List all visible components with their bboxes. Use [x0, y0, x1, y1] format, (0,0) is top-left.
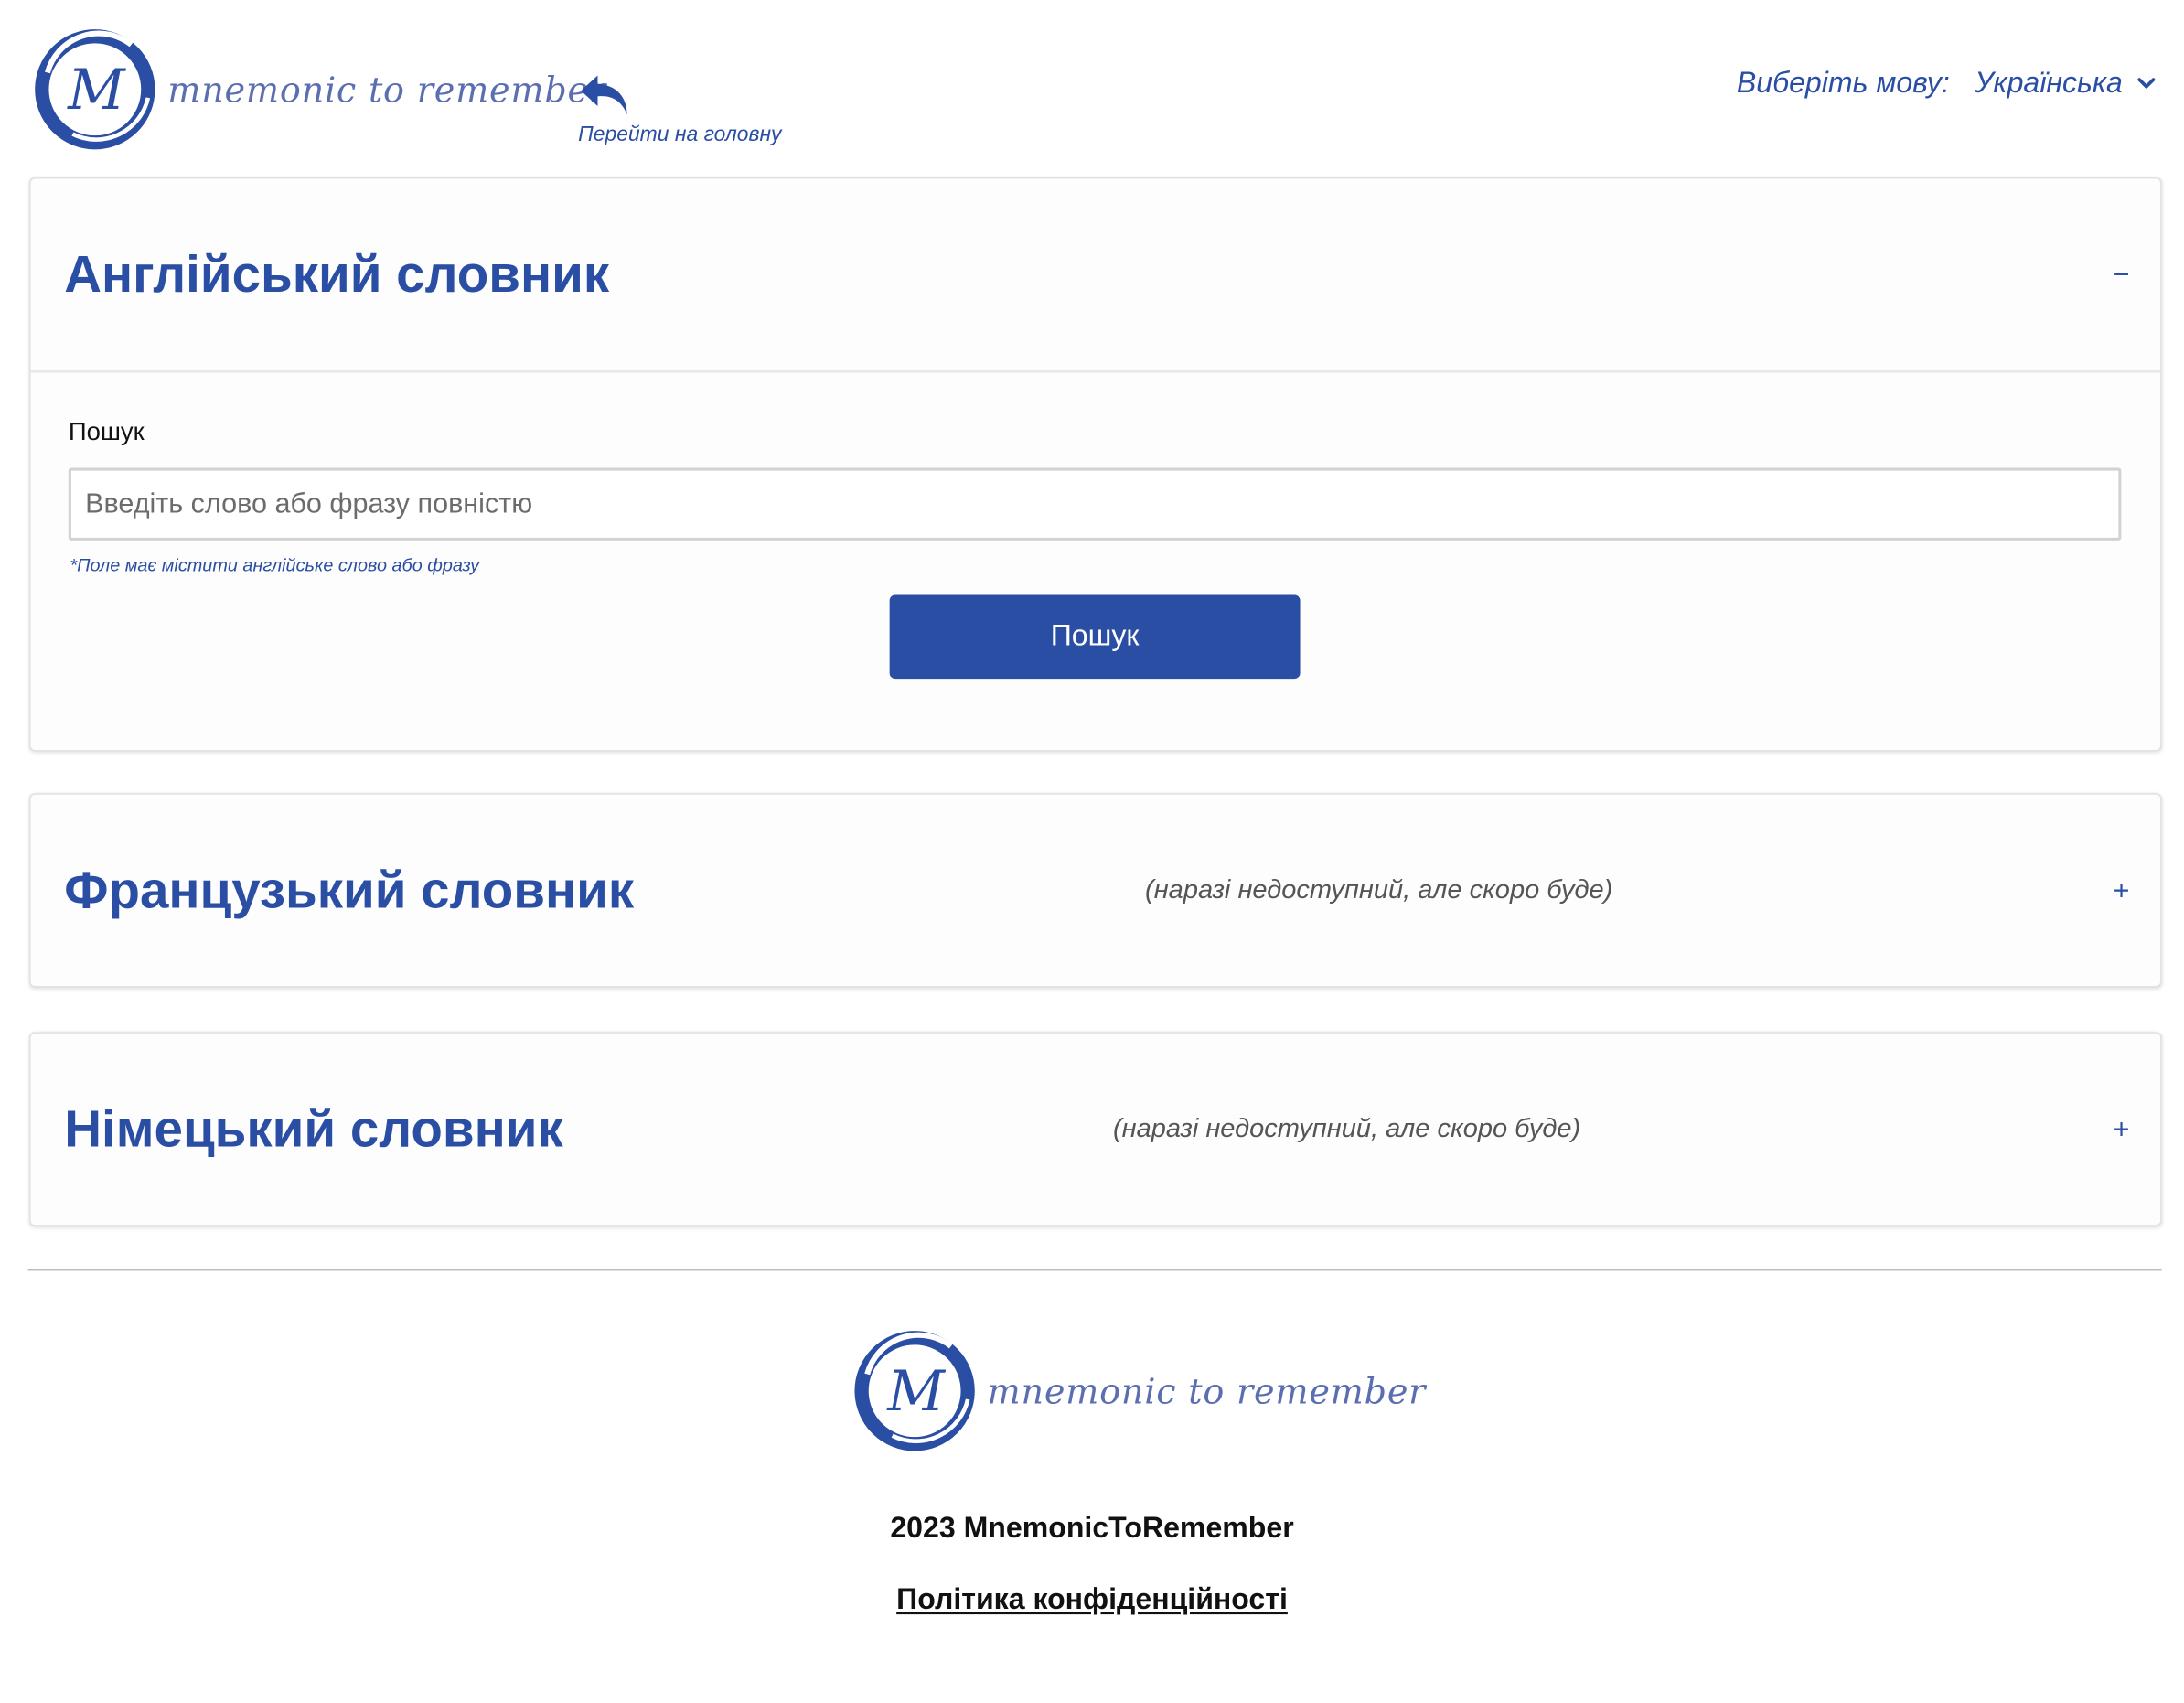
header: M mnemonic to remember Перейти на головн… — [0, 0, 2184, 167]
logo-emblem-icon: M — [854, 1331, 975, 1451]
expand-icon[interactable]: + — [2114, 1115, 2130, 1143]
dictionary-title: Німецький словник — [64, 1099, 563, 1158]
copyright-text: 2023 MnemonicToRemember — [890, 1512, 1294, 1545]
home-link[interactable]: Перейти на головну — [578, 70, 801, 146]
page: M mnemonic to remember Перейти на головн… — [0, 0, 2184, 1702]
language-label: Виберіть мову: — [1736, 67, 1950, 100]
logo-text: mnemonic to remember — [987, 1370, 1427, 1411]
language-selector: Виберіть мову: Українська — [1737, 67, 2157, 101]
site-logo[interactable]: M mnemonic to remember — [31, 25, 606, 153]
availability-note: (наразі недоступний, але скоро буде) — [1145, 874, 1613, 905]
privacy-policy-link[interactable]: Політика конфіденційності — [896, 1584, 1288, 1616]
availability-note: (наразі недоступний, але скоро буде) — [1112, 1113, 1581, 1143]
logo-letter: M — [67, 58, 126, 123]
dictionary-title: Англійський словник — [64, 244, 610, 303]
back-arrow-icon — [581, 75, 627, 115]
logo-text: mnemonic to remember — [167, 69, 606, 110]
search-label: Пошук — [68, 417, 145, 446]
footer-divider — [27, 1269, 2162, 1271]
search-hint: *Поле має містити англійське слово або ф… — [70, 554, 480, 576]
language-dropdown[interactable]: Українська — [1975, 67, 2156, 101]
dictionary-card-french: Французький словник (наразі недоступний,… — [29, 793, 2162, 988]
accordion-header-english[interactable]: Англійський словник − — [31, 178, 2161, 370]
dictionary-card-german: Німецький словник (наразі недоступний, а… — [29, 1032, 2162, 1226]
dictionary-title: Французький словник — [64, 861, 635, 918]
logo-emblem-icon: M — [35, 29, 155, 150]
footer-policy: Політика конфіденційності — [0, 1584, 2184, 1618]
collapse-icon[interactable]: − — [2114, 261, 2130, 289]
expand-icon[interactable]: + — [2114, 876, 2130, 905]
home-link-label: Перейти на головну — [578, 123, 782, 147]
search-input[interactable] — [68, 467, 2122, 541]
chevron-down-icon — [2137, 78, 2156, 89]
accordion-body-english: Пошук *Поле має містити англійське слово… — [30, 370, 2161, 750]
footer-logo[interactable]: M mnemonic to remember — [851, 1327, 1426, 1455]
accordion-header-german[interactable]: Німецький словник (наразі недоступний, а… — [31, 1034, 2161, 1225]
language-value: Українська — [1975, 67, 2123, 100]
search-button[interactable]: Пошук — [889, 594, 1301, 680]
dictionary-card-english: Англійський словник − Пошук *Поле має мі… — [29, 177, 2162, 752]
accordion-header-french[interactable]: Французький словник (наразі недоступний,… — [31, 795, 2161, 986]
logo-letter: M — [886, 1359, 946, 1424]
